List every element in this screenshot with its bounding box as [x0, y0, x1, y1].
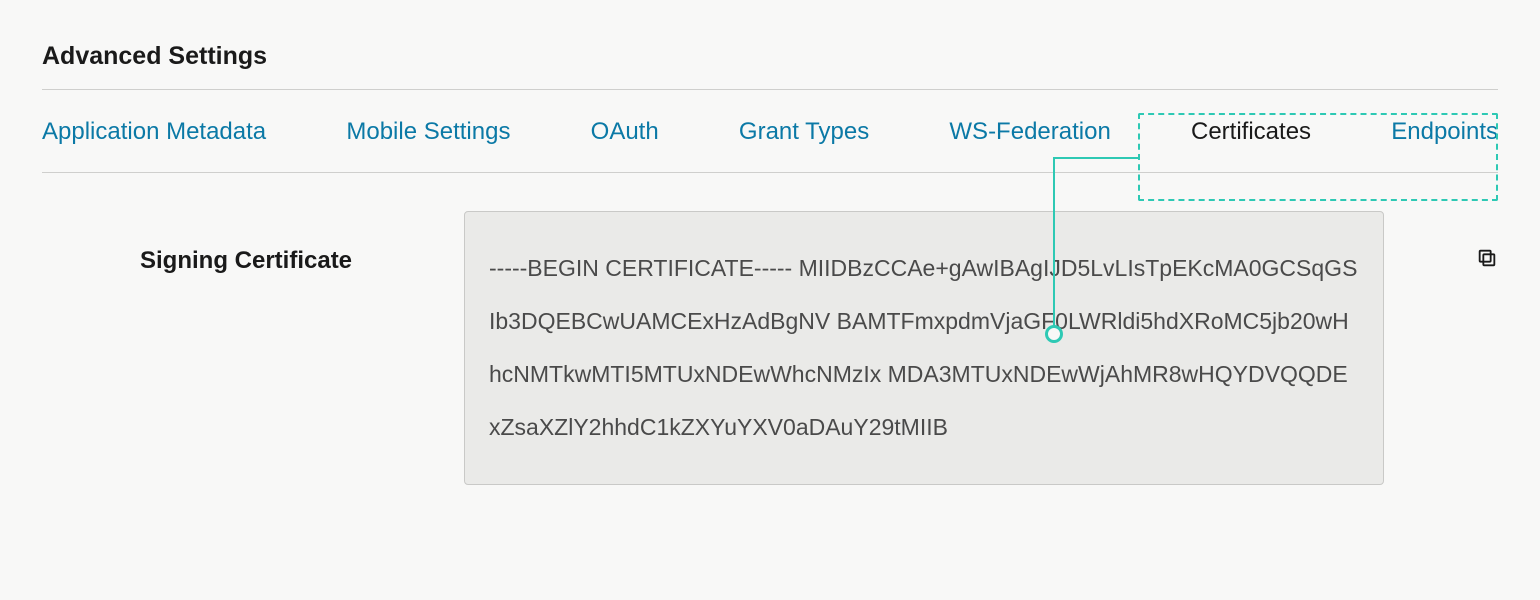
section-title: Advanced Settings	[42, 42, 1498, 90]
certificate-label: Signing Certificate	[42, 211, 464, 275]
tab-oauth[interactable]: OAuth	[591, 118, 659, 146]
tab-certificates[interactable]: Certificates	[1191, 118, 1311, 146]
certificate-value[interactable]: -----BEGIN CERTIFICATE----- MIIDBzCCAe+g…	[464, 211, 1384, 485]
tab-ws-federation[interactable]: WS-Federation	[949, 118, 1110, 146]
tab-endpoints[interactable]: Endpoints	[1391, 118, 1498, 146]
certificate-section: Signing Certificate -----BEGIN CERTIFICA…	[42, 211, 1498, 485]
tabs-row: Application Metadata Mobile Settings OAu…	[42, 90, 1498, 173]
tab-application-metadata[interactable]: Application Metadata	[42, 118, 266, 146]
tab-mobile-settings[interactable]: Mobile Settings	[346, 118, 510, 146]
tab-grant-types[interactable]: Grant Types	[739, 118, 869, 146]
copy-icon[interactable]	[1476, 247, 1498, 269]
